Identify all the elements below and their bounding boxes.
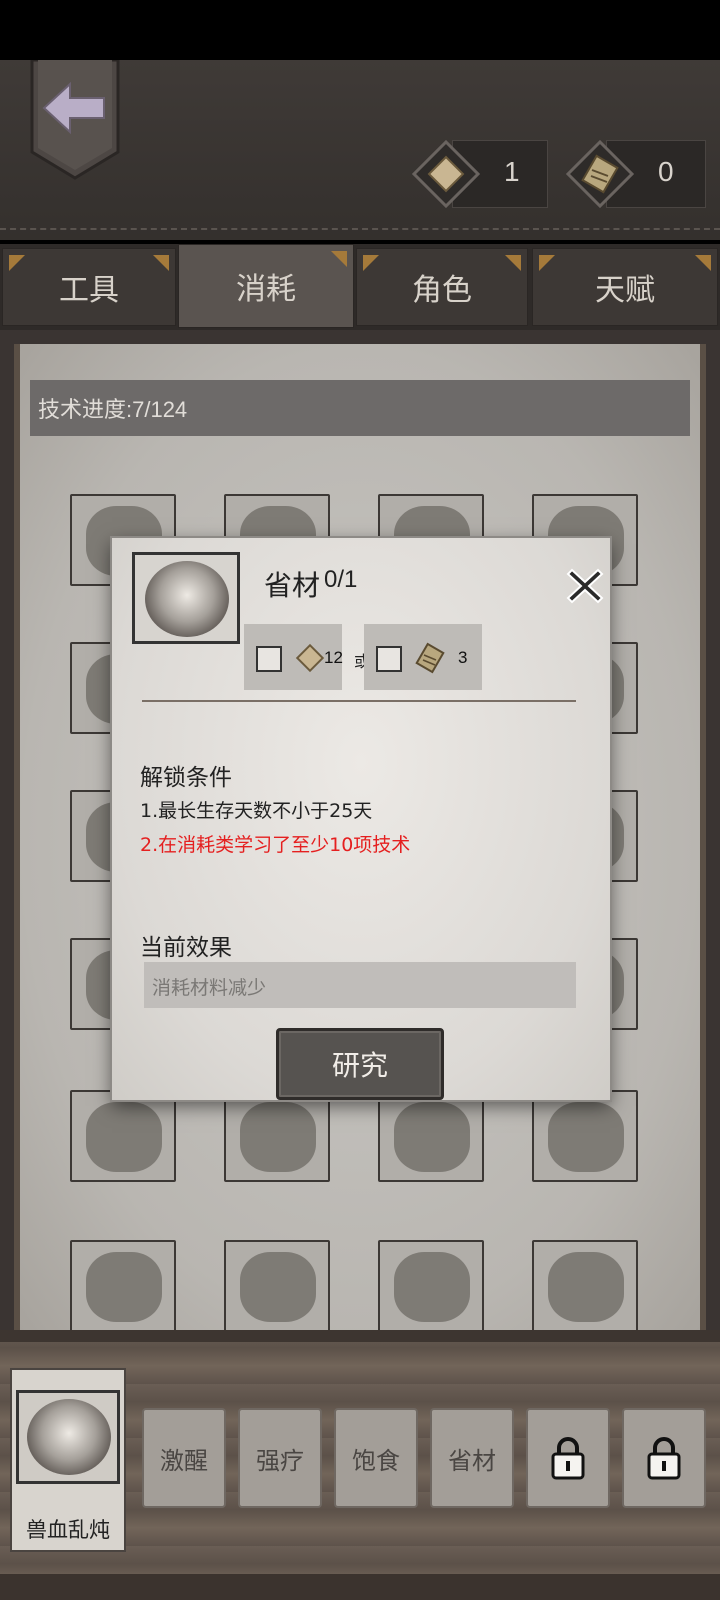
stew-thumbnail (16, 1390, 120, 1484)
tech-progress: 技术进度:7/124 (30, 380, 690, 436)
tech-item[interactable] (378, 1240, 484, 1332)
close-button[interactable] (564, 564, 606, 606)
current-effect-text: 消耗材料减少 (152, 977, 267, 999)
item-icon (86, 1102, 162, 1172)
skill-slot-locked[interactable] (622, 1408, 706, 1508)
tech-item[interactable] (224, 1090, 330, 1182)
stew-bowl-icon (27, 1399, 111, 1475)
cost-a-amount: 12 (324, 648, 343, 667)
tab-talents[interactable]: 天赋 (532, 248, 718, 326)
lock-icon (647, 1437, 681, 1480)
cost-a-checkbox[interactable] (256, 646, 282, 672)
item-icon (548, 1252, 624, 1322)
tab-tools[interactable]: 工具 (2, 248, 176, 326)
research-count: 1 (504, 156, 520, 187)
back-arrow-icon (30, 60, 120, 180)
unlock-condition-2: 2.在消耗类学习了至少10项技术 (140, 834, 411, 856)
item-icon (240, 1102, 316, 1172)
skill-slot-awaken[interactable]: 激醒 (142, 1408, 226, 1508)
tech-item[interactable] (532, 1240, 638, 1332)
tech-title: 省材 (264, 569, 321, 602)
cost-option-research[interactable]: 12 (244, 624, 343, 690)
tech-item[interactable] (224, 1240, 330, 1332)
skill-slot-locked[interactable] (526, 1408, 610, 1508)
cost-b-amount: 3 (458, 648, 468, 667)
skill-slot-save-material[interactable]: 省材 (430, 1408, 514, 1508)
tab-character[interactable]: 角色 (356, 248, 528, 326)
tech-item[interactable] (70, 1240, 176, 1332)
skill-slot-heal[interactable]: 强疗 (238, 1408, 322, 1508)
category-tabs: 工具 消耗 角色 天赋 (0, 244, 720, 330)
tab-consumables[interactable]: 消耗 (178, 244, 354, 328)
map-parchment-icon (566, 140, 634, 208)
map-count: 0 (658, 156, 674, 187)
item-icon (86, 1252, 162, 1322)
tech-detail-dialog: 省材 0/1 12 或 3 解锁条件 1.最长生存天数不小于25天 2.在消耗类… (112, 538, 610, 1100)
back-button[interactable] (30, 60, 120, 180)
tech-level: 0/1 (324, 566, 358, 593)
tech-item[interactable] (70, 1090, 176, 1182)
map-parchment-icon (412, 640, 448, 676)
item-icon (240, 1252, 316, 1322)
selected-item-card[interactable]: 兽血乱炖 (10, 1368, 126, 1552)
tech-item[interactable] (378, 1090, 484, 1182)
status-bar (0, 0, 720, 60)
resource-counter-research: 1 (412, 140, 550, 208)
item-icon (548, 1102, 624, 1172)
cost-b-checkbox[interactable] (376, 646, 402, 672)
tech-item[interactable] (532, 1090, 638, 1182)
item-icon (394, 1252, 470, 1322)
unlock-conditions-heading: 解锁条件 (140, 765, 232, 791)
research-scroll-icon (412, 140, 480, 208)
unlock-condition-1: 1.最长生存天数不小于25天 (140, 800, 373, 822)
cost-option-map[interactable]: 3 (364, 624, 482, 690)
current-effect-heading: 当前效果 (140, 935, 232, 961)
item-icon (394, 1102, 470, 1172)
skill-slot-satiety[interactable]: 饱食 (334, 1408, 418, 1508)
close-icon (566, 568, 604, 604)
selected-item-name: 兽血乱炖 (26, 1518, 110, 1542)
research-button[interactable]: 研究 (276, 1028, 444, 1100)
research-scroll-icon (292, 640, 328, 676)
divider (142, 700, 576, 702)
stew-thumbnail (132, 552, 240, 644)
lock-icon (551, 1437, 585, 1480)
resource-counter-map: 0 (566, 140, 706, 208)
stew-bowl-icon (145, 561, 229, 637)
current-effect-box: 消耗材料减少 (144, 962, 576, 1008)
